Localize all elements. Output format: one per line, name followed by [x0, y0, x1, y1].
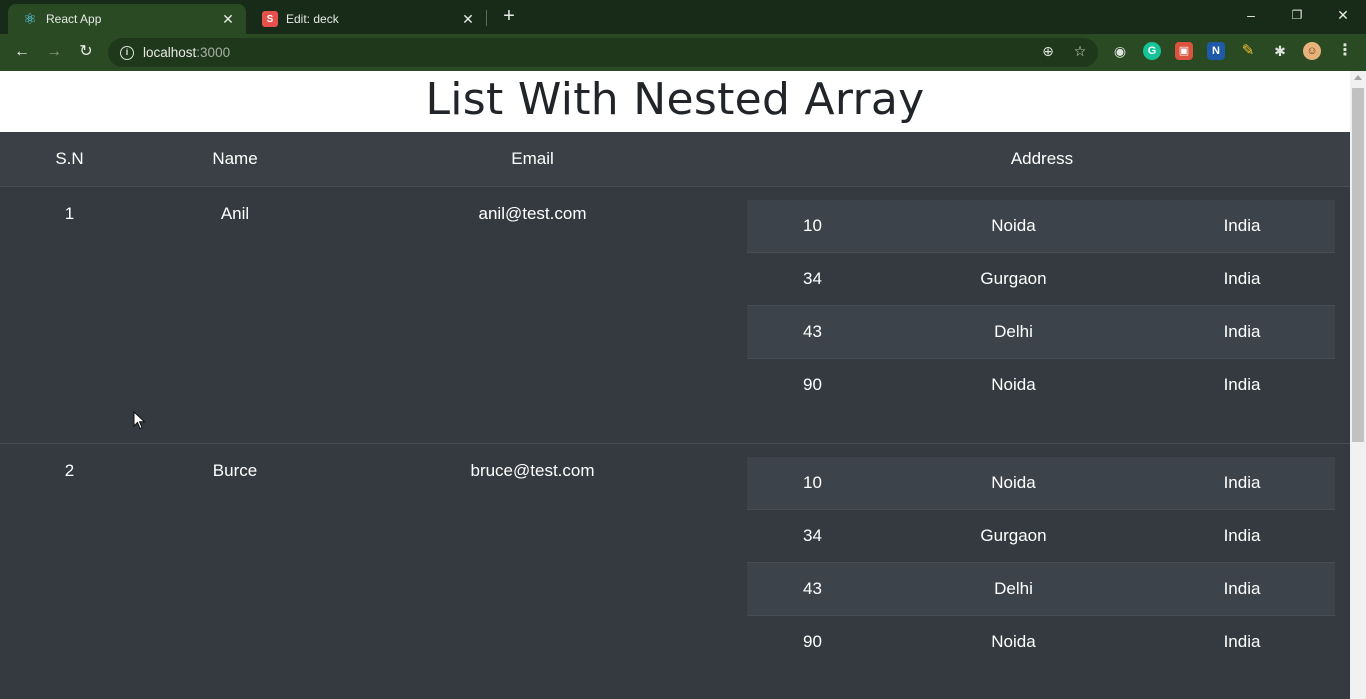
address-row: 10 Noida India [747, 456, 1335, 510]
address-country: India [1149, 252, 1335, 306]
address-row: 90 Noida India [747, 615, 1335, 669]
restore-button[interactable]: ❐ [1274, 4, 1320, 26]
address-country: India [1149, 562, 1335, 616]
pencil-icon[interactable]: ✎ [1239, 42, 1257, 60]
tab-react-app[interactable]: ⚛ React App ✕ [8, 4, 246, 34]
reload-icon[interactable]: ↻ [74, 40, 98, 64]
address-table: 10 Noida India 34 Gurgaon India 43 Delhi India… [747, 199, 1335, 412]
address-country: India [1149, 358, 1335, 412]
address-city: Noida [878, 615, 1149, 669]
address-table: 10 Noida India 34 Gurgaon India 43 Delhi India… [747, 456, 1335, 669]
grammarly-icon[interactable]: G [1143, 42, 1161, 60]
extensions-puzzle-icon[interactable]: ✱ [1271, 42, 1289, 60]
header-address: Address [734, 132, 1350, 187]
tab-edit-deck[interactable]: S Edit: deck ✕ [248, 4, 486, 34]
address-city: Gurgaon [878, 252, 1149, 306]
cell-sn: 2 [64, 460, 75, 480]
cell-email: bruce@test.com [470, 460, 595, 480]
extension-n-icon[interactable]: N [1207, 42, 1225, 60]
table-header-row: S.N Name Email Address [0, 132, 1350, 187]
address-city: Delhi [878, 562, 1149, 616]
tab-strip: ⚛ React App ✕ S Edit: deck ✕ + – ❐ ✕ [0, 0, 1366, 34]
tab-separator [486, 10, 487, 26]
address-city: Delhi [878, 305, 1149, 359]
address-country: India [1149, 199, 1335, 253]
address-number: 90 [747, 358, 878, 412]
address-number: 34 [747, 252, 878, 306]
page-viewport: List With Nested Array S.N Name Email Ad… [0, 71, 1350, 699]
address-number: 90 [747, 615, 878, 669]
mouse-cursor-icon [133, 411, 146, 430]
address-number: 43 [747, 562, 878, 616]
address-number: 10 [747, 199, 878, 253]
close-window-button[interactable]: ✕ [1320, 4, 1366, 26]
react-icon: ⚛ [23, 11, 37, 28]
address-row: 90 Noida India [747, 358, 1335, 412]
tab-title: React App [46, 12, 102, 26]
zoom-icon[interactable]: ⊕ [1038, 41, 1058, 61]
address-city: Noida [878, 199, 1149, 253]
cell-name: Burce [212, 460, 258, 480]
address-city: Gurgaon [878, 509, 1149, 563]
address-number: 43 [747, 305, 878, 359]
extension-red-icon[interactable]: ▣ [1175, 42, 1193, 60]
address-city: Noida [878, 358, 1149, 412]
back-arrow-icon[interactable]: ← [10, 40, 34, 64]
new-tab-button[interactable]: + [498, 5, 520, 27]
profile-avatar-icon[interactable]: ☺ [1303, 42, 1321, 60]
users-table: S.N Name Email Address [0, 132, 1350, 187]
address-number: 10 [747, 456, 878, 510]
url-text: localhost:3000 [143, 45, 231, 60]
address-row: 43 Delhi India [747, 305, 1335, 359]
address-row: 34 Gurgaon India [747, 509, 1335, 563]
vertical-scrollbar[interactable] [1350, 71, 1366, 699]
cell-name: Anil [220, 203, 250, 223]
address-country: India [1149, 509, 1335, 563]
address-bar[interactable]: i localhost:3000 [108, 38, 1098, 67]
header-email: Email [331, 132, 734, 187]
header-sn: S.N [0, 132, 139, 187]
forward-arrow-icon[interactable]: → [42, 40, 66, 64]
cell-sn: 1 [64, 203, 75, 223]
scroll-up-arrow-icon[interactable] [1354, 75, 1362, 80]
address-number: 34 [747, 509, 878, 563]
header-name: Name [139, 132, 331, 187]
scrollbar-thumb[interactable] [1352, 88, 1364, 442]
table-row: 1 Anil anil@test.com 10 Noida India 34 Gurg… [0, 187, 1350, 444]
tab-title: Edit: deck [286, 12, 339, 26]
extension-target-icon[interactable]: ◉ [1111, 42, 1129, 60]
s-icon: S [262, 11, 278, 27]
address-city: Noida [878, 456, 1149, 510]
close-tab-icon[interactable]: ✕ [460, 11, 476, 28]
address-country: India [1149, 456, 1335, 510]
address-row: 34 Gurgaon India [747, 252, 1335, 306]
minimize-button[interactable]: – [1228, 4, 1274, 26]
address-row: 43 Delhi India [747, 562, 1335, 616]
address-country: India [1149, 305, 1335, 359]
browser-toolbar: ← → ↻ i localhost:3000 ⊕ ☆ ◉ G ▣ N ✎ ✱ ☺… [0, 34, 1366, 71]
info-icon[interactable]: i [120, 45, 134, 60]
cell-email: anil@test.com [478, 203, 587, 223]
address-row: 10 Noida India [747, 199, 1335, 253]
address-country: India [1149, 615, 1335, 669]
page-title: List With Nested Array [0, 71, 1350, 132]
table-row: 2 Burce bruce@test.com 10 Noida India 34 Gu… [0, 444, 1350, 699]
bookmark-star-icon[interactable]: ☆ [1070, 41, 1090, 61]
menu-kebab-icon[interactable]: ⋮ [1336, 42, 1354, 60]
close-tab-icon[interactable]: ✕ [220, 11, 236, 28]
